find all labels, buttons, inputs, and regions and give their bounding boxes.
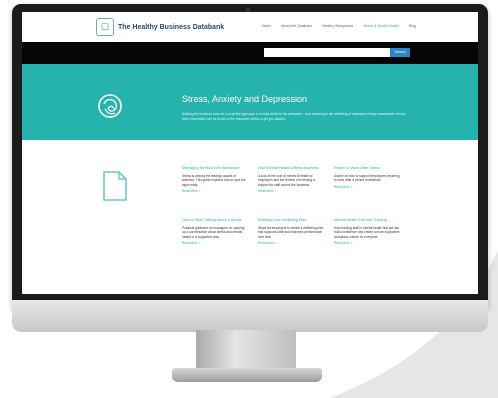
resource-card[interactable]: How to Start Talking About a Stress Prac… xyxy=(182,218,248,245)
resource-card[interactable]: Building Your Wellbeing Plan Steps for e… xyxy=(258,218,324,245)
monitor-stand-neck xyxy=(196,330,296,372)
brain-icon xyxy=(98,94,122,118)
nav-item-blog[interactable]: Blog xyxy=(409,24,416,28)
resource-card[interactable]: Return to Work After Stress Advice on ho… xyxy=(334,166,400,189)
card-body: How training staff in mental health firs… xyxy=(334,226,400,239)
read-more-link[interactable]: Read More > xyxy=(258,189,324,193)
monitor-stand-base xyxy=(172,368,322,382)
card-body: A look at the cost of mental ill health … xyxy=(258,174,316,187)
hero-title: Stress, Anxiety and Depression xyxy=(182,94,308,104)
hero-description: Building the business case for a proacti… xyxy=(182,112,407,121)
search-input[interactable] xyxy=(264,48,390,57)
nav-item-stress[interactable]: Stress & Mental Health xyxy=(363,24,399,28)
nav-item-about[interactable]: About the Databank xyxy=(281,24,312,28)
card-title[interactable]: Managing Stress in the Workplace xyxy=(182,166,248,171)
card-body: Steps for employers to create a wellbein… xyxy=(258,226,324,239)
nav-item-home[interactable]: Home xyxy=(262,24,271,28)
card-title[interactable]: Return to Work After Stress xyxy=(334,166,400,171)
read-more-link[interactable]: Read More > xyxy=(334,185,400,189)
search-button[interactable]: Search xyxy=(390,48,410,57)
monitor-chin xyxy=(12,300,488,332)
resource-card[interactable]: Mental Health First Aid Training How tra… xyxy=(334,218,400,245)
nav-item-healthy-workplaces[interactable]: Healthy Workplaces xyxy=(322,24,353,28)
site-logo[interactable]: ☐ The Healthy Business Databank xyxy=(96,18,224,36)
resource-card[interactable]: Managing Stress in the Workplace Stress … xyxy=(182,166,248,193)
logo-text: The Healthy Business Databank xyxy=(118,23,225,31)
site-header: ☐ The Healthy Business Databank Home Abo… xyxy=(22,12,478,42)
logo-icon: ☐ xyxy=(96,18,114,36)
read-more-link[interactable]: Read More > xyxy=(182,241,248,245)
main-nav: Home About the Databank Healthy Workplac… xyxy=(262,24,416,28)
hero-banner: Stress, Anxiety and Depression Building … xyxy=(22,64,478,140)
document-icon xyxy=(103,171,127,201)
card-body: Practical guidance for managers on openi… xyxy=(182,226,245,239)
read-more-link[interactable]: Read More > xyxy=(258,241,324,245)
card-body: Advice on how to support employees retur… xyxy=(334,174,400,183)
card-title[interactable]: How to Start Talking About a Stress xyxy=(182,218,248,223)
card-body: Stress is among the leading causes of ab… xyxy=(182,174,246,187)
screen: ☐ The Healthy Business Databank Home Abo… xyxy=(22,12,478,294)
read-more-link[interactable]: Read More > xyxy=(334,241,400,245)
card-title[interactable]: Building Your Wellbeing Plan xyxy=(258,218,324,223)
resource-card[interactable]: How Mental Health Affects Business A loo… xyxy=(258,166,324,193)
card-title[interactable]: Mental Health First Aid Training xyxy=(334,218,400,223)
read-more-link[interactable]: Read More > xyxy=(182,189,248,193)
card-title[interactable]: How Mental Health Affects Business xyxy=(258,166,324,171)
